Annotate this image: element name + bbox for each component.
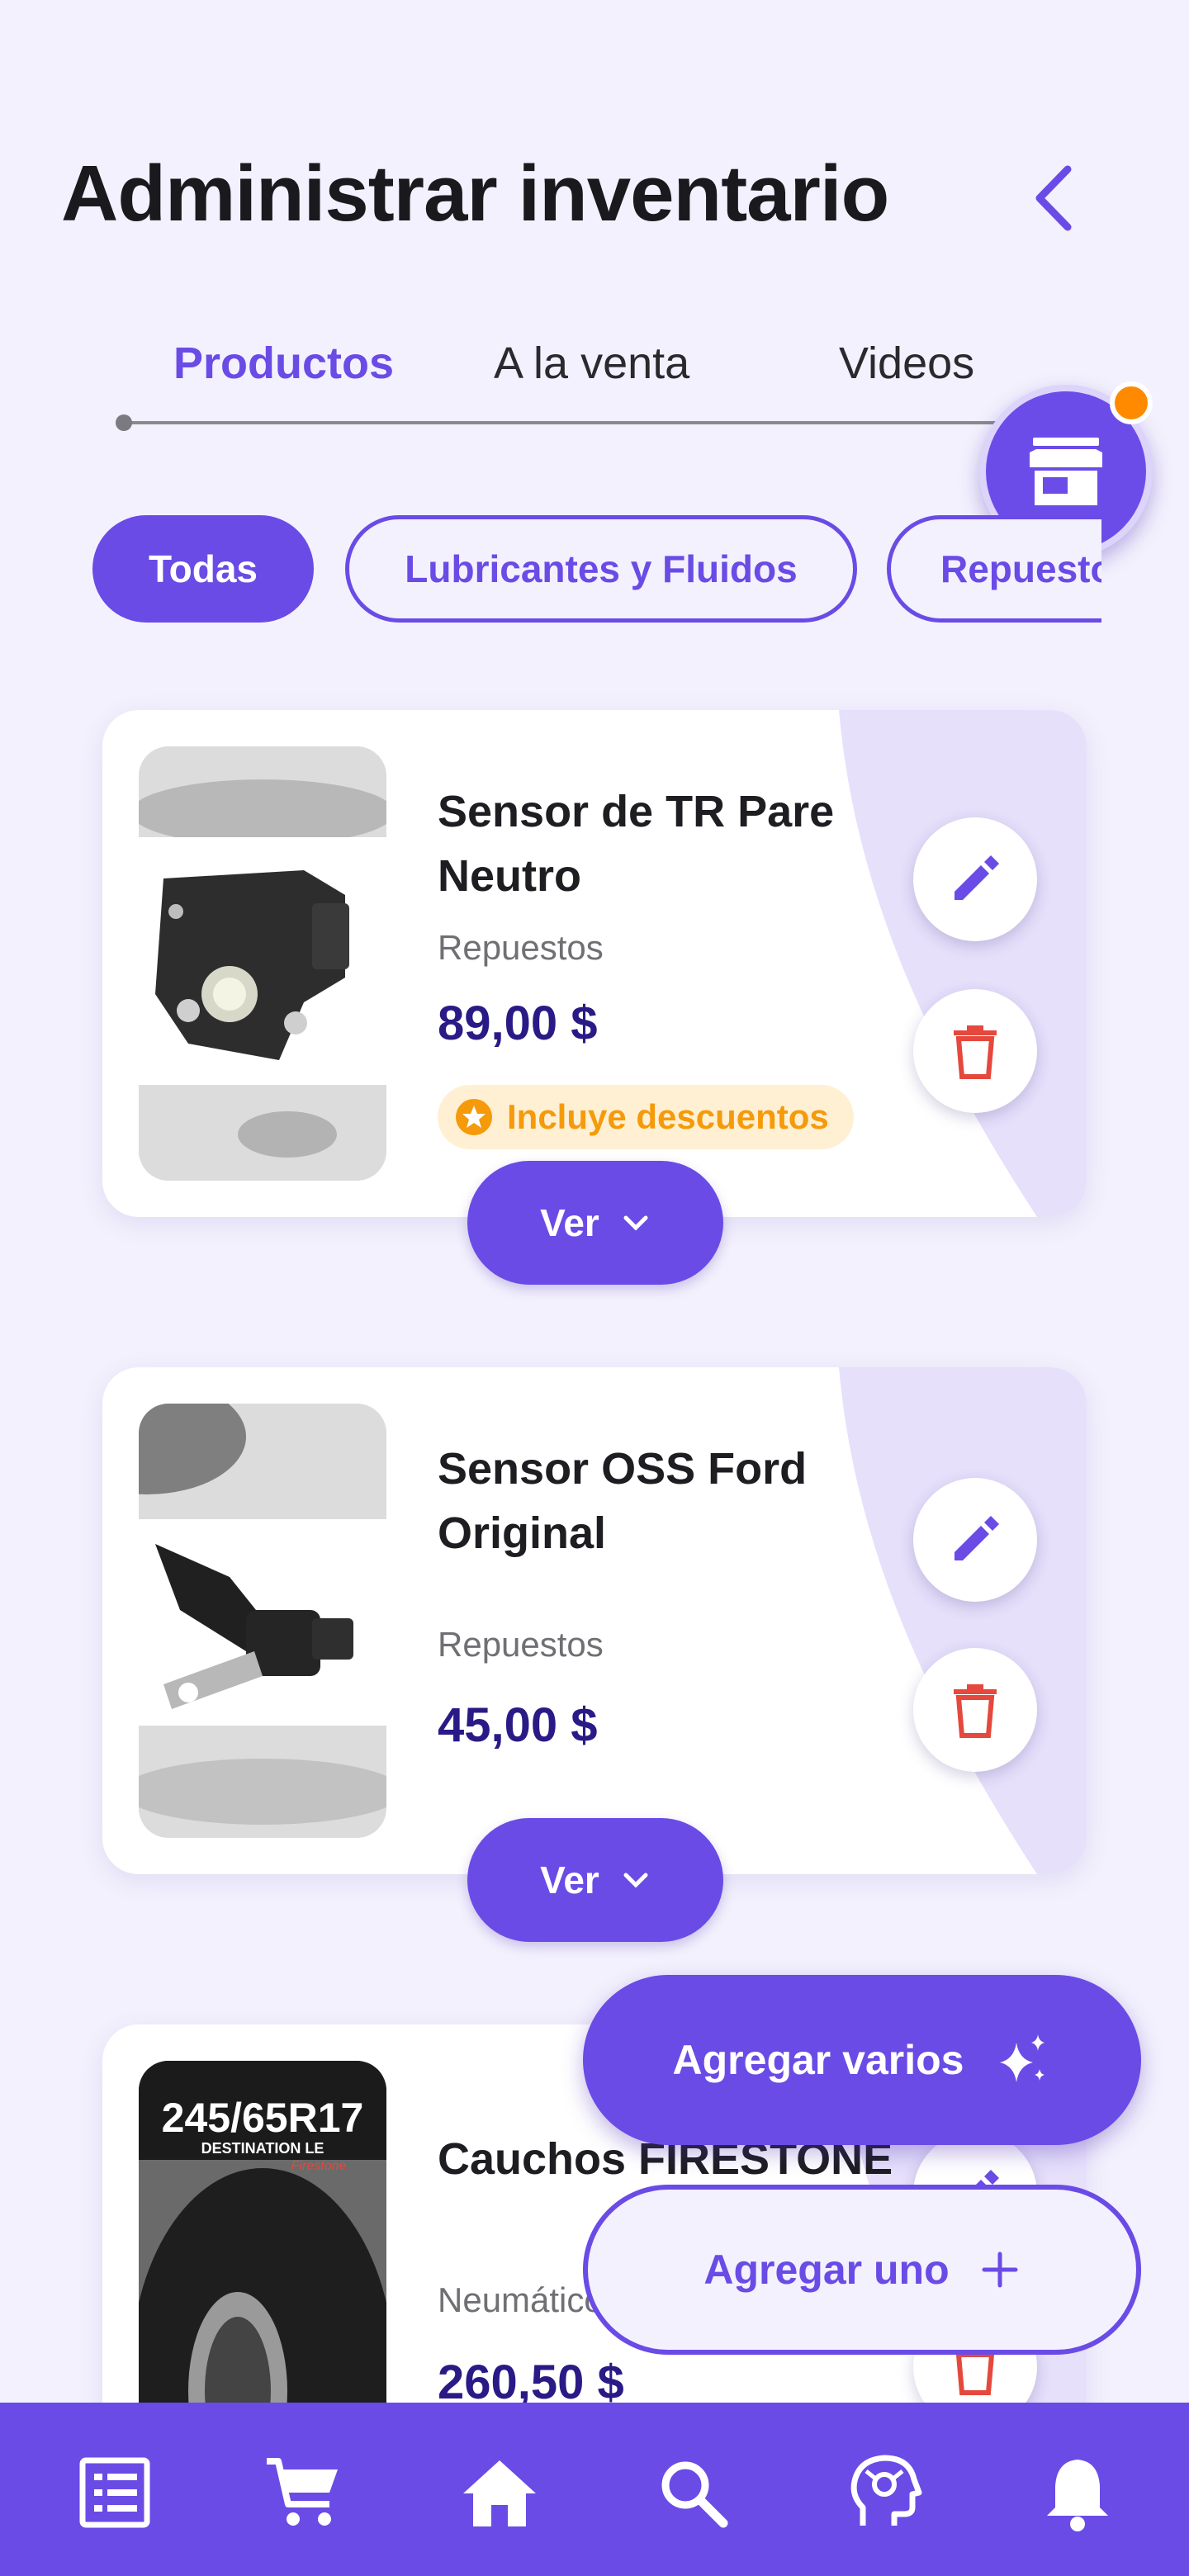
nav-list[interactable] — [69, 2447, 160, 2538]
tire-model-text: DESTINATION LE — [201, 2140, 324, 2157]
edit-button[interactable] — [913, 817, 1037, 941]
tire-size-text: 245/65R17 — [162, 2095, 364, 2141]
product-image — [139, 746, 386, 1181]
star-badge-icon — [456, 1099, 492, 1135]
tab-productos[interactable]: Productos — [173, 330, 394, 396]
add-one-button[interactable]: Agregar uno — [583, 2185, 1141, 2355]
tab-indicator-track[interactable] — [116, 414, 1080, 431]
discount-label: Incluye descuentos — [507, 1097, 829, 1136]
tab-videos[interactable]: Videos — [839, 330, 974, 396]
trash-icon — [954, 1025, 997, 1079]
search-icon — [661, 2461, 728, 2528]
trash-icon — [954, 1684, 997, 1738]
product-image — [139, 1404, 386, 1838]
bell-icon — [1047, 2460, 1108, 2531]
chevron-down-icon — [623, 1215, 648, 1231]
view-button[interactable]: Ver — [467, 1161, 723, 1285]
list-icon — [79, 2457, 150, 2528]
plus-icon — [982, 2252, 1018, 2288]
pencil-icon — [955, 855, 999, 900]
chip-lubricantes-fluidos[interactable]: Lubricantes y Fluidos — [345, 515, 857, 623]
notification-dot — [1110, 381, 1153, 424]
delete-button[interactable] — [913, 1648, 1037, 1772]
nav-home[interactable] — [454, 2447, 545, 2538]
support-icon — [850, 2455, 922, 2526]
add-many-label: Agregar varios — [672, 2037, 964, 2083]
nav-search[interactable] — [647, 2447, 738, 2538]
back-button[interactable] — [1016, 157, 1090, 239]
bottom-navigation — [0, 2403, 1189, 2576]
nav-support[interactable] — [841, 2447, 931, 2538]
view-label: Ver — [540, 1859, 599, 1901]
chevron-left-icon — [1035, 165, 1072, 231]
product-name: Sensor OSS Ford Original — [438, 1444, 808, 1558]
tab-a-la-venta[interactable]: A la venta — [494, 330, 689, 396]
store-icon — [1030, 438, 1102, 505]
page-title: Administrar inventario — [61, 149, 889, 238]
delete-button[interactable] — [913, 989, 1037, 1113]
view-label: Ver — [540, 1201, 599, 1244]
edit-button[interactable] — [913, 1478, 1037, 1602]
product-category: Repuestos — [438, 928, 604, 967]
add-many-button[interactable]: Agregar varios — [583, 1975, 1141, 2145]
tab-indicator-dot[interactable] — [116, 414, 132, 431]
nav-cart[interactable] — [258, 2447, 348, 2538]
home-icon — [463, 2460, 536, 2526]
product-price: 89,00 $ — [438, 997, 598, 1050]
add-one-label: Agregar uno — [703, 2247, 950, 2293]
product-card[interactable]: Sensor OSS Ford Original Repuestos 45,00… — [102, 1367, 1087, 1874]
product-name: Sensor de TR Pare Neutro — [438, 787, 835, 901]
category-filter: Todas Lubricantes y Fluidos Repuestos — [92, 515, 1101, 624]
product-card[interactable]: Sensor de TR Pare Neutro Repuestos 89,00… — [102, 710, 1087, 1217]
tire-brand-text: Firestone — [291, 2159, 347, 2173]
product-price: 260,50 $ — [438, 2356, 624, 2409]
tab-bar: Productos A la venta Videos — [116, 330, 1082, 429]
nav-notifications[interactable] — [1032, 2447, 1123, 2538]
product-price: 45,00 $ — [438, 1698, 598, 1752]
chevron-down-icon — [623, 1873, 648, 1888]
sparkles-icon — [1000, 2034, 1045, 2082]
cart-icon — [267, 2458, 338, 2526]
chip-todas[interactable]: Todas — [92, 515, 314, 623]
chip-repuestos[interactable]: Repuestos — [887, 515, 1101, 623]
discount-badge: Incluye descuentos — [438, 1085, 854, 1149]
pencil-icon — [955, 1516, 999, 1560]
product-category: Repuestos — [438, 1625, 604, 1664]
view-button[interactable]: Ver — [467, 1818, 723, 1942]
